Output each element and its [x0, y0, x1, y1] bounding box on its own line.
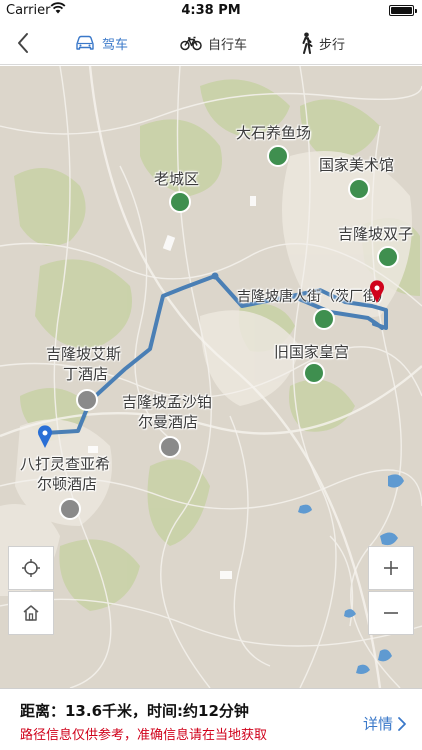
- label-aston-hotel-line2: 丁酒店: [63, 365, 109, 383]
- route-info-panel: 距离：13.6千米，时间:约12分钟 路径信息仅供参考，准确信息请在当地获取 详…: [0, 688, 422, 750]
- hotel-icon[interactable]: [159, 436, 181, 458]
- car-icon: [76, 35, 94, 50]
- route-summary: 距离：13.6千米，时间:约12分钟: [20, 702, 249, 720]
- tab-drive[interactable]: 驾车: [74, 32, 128, 54]
- chevron-right-icon: [398, 716, 406, 731]
- label-mensa-hotel-line2: 尔曼酒店: [138, 413, 199, 431]
- start-marker-icon[interactable]: [36, 425, 54, 449]
- map-view[interactable]: 大石养鱼场 国家美术馆 老城区 吉隆坡双子 吉隆坡唐人街（茨厂街） 旧国家皇宫 …: [0, 66, 422, 688]
- home-icon: [23, 605, 39, 621]
- label-twin-towers: 吉隆坡双子: [338, 225, 414, 243]
- zoom-out-button[interactable]: [368, 591, 414, 635]
- minus-icon: [384, 612, 398, 614]
- bicycle-icon: [180, 36, 202, 51]
- label-aston-hotel-line1: 吉隆坡艾斯: [46, 345, 122, 363]
- walking-icon: [302, 32, 313, 54]
- tab-walk-label: 步行: [319, 37, 346, 53]
- status-bar: Carrier 4:38 PM: [0, 0, 422, 20]
- back-button[interactable]: [10, 28, 38, 58]
- tab-walk[interactable]: 步行: [299, 32, 345, 54]
- clock: 4:38 PM: [181, 3, 241, 18]
- park-icon[interactable]: [348, 178, 370, 200]
- hotel-icon[interactable]: [59, 498, 81, 520]
- label-dashi: 大石养鱼场: [236, 124, 312, 142]
- crosshair-icon: [22, 559, 40, 577]
- label-old-town: 老城区: [154, 170, 200, 188]
- label-hilton-line2: 尔顿酒店: [37, 475, 98, 493]
- park-icon[interactable]: [313, 308, 335, 330]
- park-icon[interactable]: [169, 191, 191, 213]
- details-button[interactable]: 详情: [363, 713, 408, 734]
- chevron-left-icon: [18, 33, 28, 53]
- label-mensa-hotel-line1: 吉隆坡孟沙铂: [122, 393, 213, 411]
- zoom-in-button[interactable]: [368, 546, 414, 590]
- tab-bicycle[interactable]: 自行车: [180, 32, 247, 54]
- nav-bar: 驾车 自行车 步行: [0, 20, 422, 65]
- destination-marker-icon[interactable]: [368, 280, 386, 304]
- route-disclaimer: 路径信息仅供参考，准确信息请在当地获取: [20, 728, 268, 743]
- tab-drive-label: 驾车: [102, 37, 129, 53]
- label-national-art-gallery: 国家美术馆: [319, 156, 395, 174]
- label-old-palace: 旧国家皇宫: [274, 343, 350, 361]
- home-button[interactable]: [8, 591, 54, 635]
- park-icon[interactable]: [267, 145, 289, 167]
- label-hilton-line1: 八打灵查亚希: [20, 455, 111, 473]
- details-label: 详情: [362, 715, 393, 733]
- tab-bicycle-label: 自行车: [208, 37, 248, 53]
- park-icon[interactable]: [377, 246, 399, 268]
- park-icon[interactable]: [303, 362, 325, 384]
- plus-icon: [384, 561, 398, 575]
- hotel-icon[interactable]: [76, 389, 98, 411]
- locate-me-button[interactable]: [8, 546, 54, 590]
- battery-icon: [389, 5, 417, 16]
